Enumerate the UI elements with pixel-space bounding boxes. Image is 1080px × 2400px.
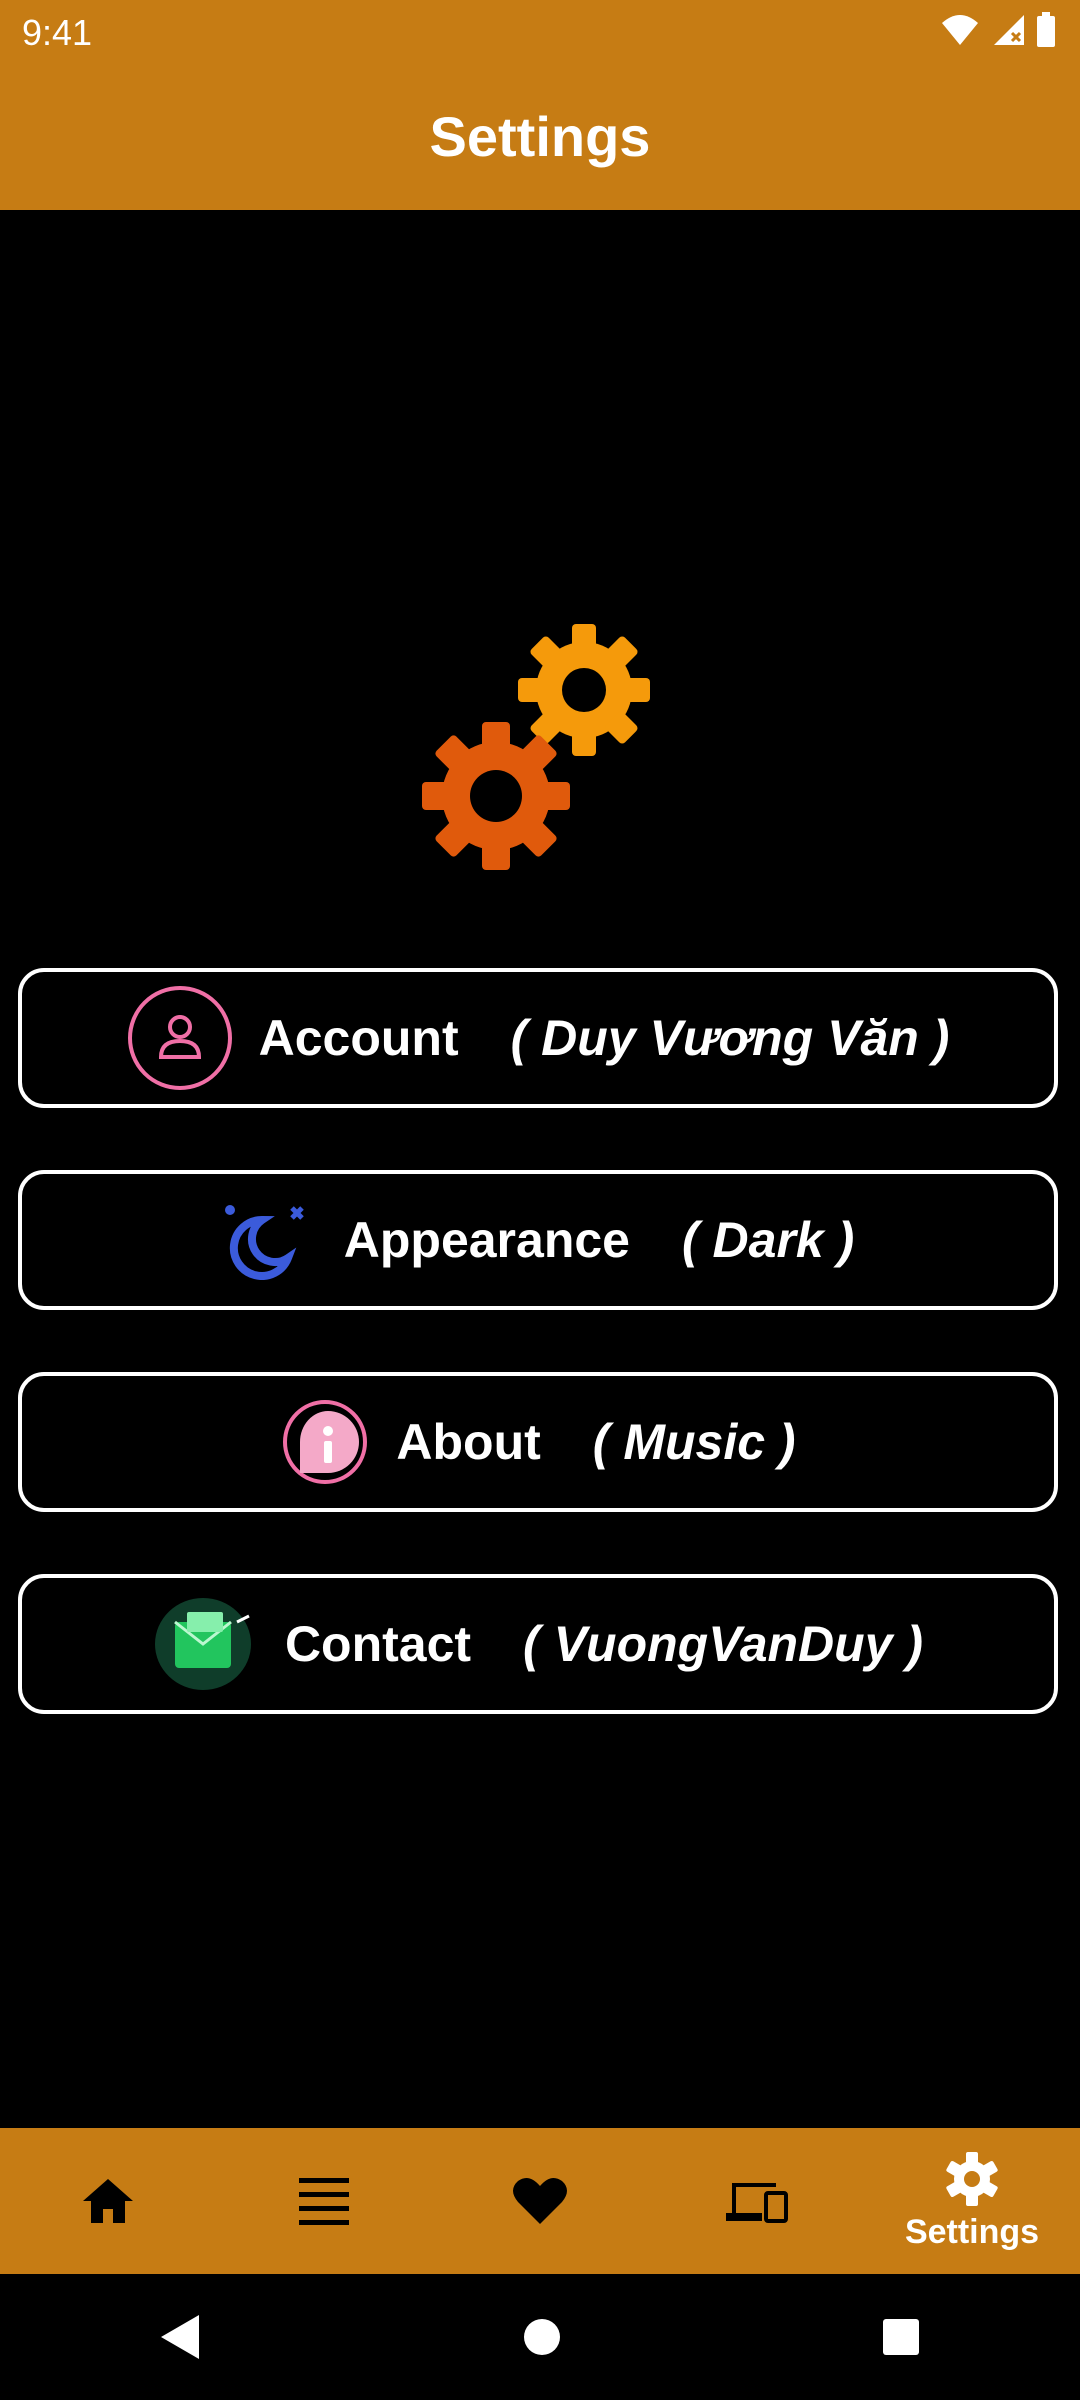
devices-icon — [726, 2183, 788, 2223]
signal-icon — [994, 15, 1024, 45]
nav-settings[interactable]: Settings — [872, 2128, 1072, 2274]
nav-home[interactable] — [8, 2128, 208, 2274]
app-bar: Settings — [0, 62, 1080, 210]
info-icon — [280, 1397, 370, 1487]
moon-icon — [222, 1200, 318, 1280]
status-time: 9:41 — [22, 12, 93, 53]
contact-label: Contact — [284, 1616, 472, 1672]
about-label: About — [396, 1414, 541, 1470]
heart-icon — [513, 2177, 567, 2224]
nav-list[interactable] — [224, 2128, 424, 2274]
system-nav — [0, 2274, 1080, 2400]
about-value: ( Music ) — [592, 1414, 796, 1470]
status-bar: 9:41 — [0, 0, 1080, 62]
account-button[interactable]: Account ( Duy Vương Văn ) — [18, 968, 1058, 1108]
user-icon — [127, 985, 233, 1091]
about-button[interactable]: About ( Music ) — [18, 1372, 1058, 1512]
appearance-value: ( Dark ) — [681, 1212, 855, 1268]
gears-icon — [422, 624, 650, 870]
recents-icon[interactable] — [881, 2317, 921, 2357]
bottom-nav: Settings — [0, 2128, 1080, 2274]
back-icon[interactable] — [159, 2313, 203, 2361]
contact-button[interactable]: Contact ( VuongVanDuy ) — [18, 1574, 1058, 1714]
nav-favorites[interactable] — [440, 2128, 640, 2274]
wifi-icon — [942, 15, 978, 45]
nav-settings-label: Settings — [904, 2212, 1040, 2251]
home-icon — [83, 2179, 133, 2223]
status-icons — [940, 12, 1056, 48]
settings-content: Account ( Duy Vương Văn ) Appearance ( D… — [0, 210, 1080, 2128]
nav-devices[interactable] — [656, 2128, 856, 2274]
gear-icon — [946, 2151, 998, 2206]
list-icon — [299, 2178, 349, 2225]
page-title: Settings — [429, 104, 651, 168]
contact-value: ( VuongVanDuy ) — [523, 1616, 924, 1672]
home-circle-icon[interactable] — [522, 2317, 562, 2357]
account-label: Account — [258, 1010, 459, 1066]
appearance-label: Appearance — [343, 1212, 630, 1268]
mail-icon — [153, 1596, 259, 1692]
appearance-button[interactable]: Appearance ( Dark ) — [18, 1170, 1058, 1310]
account-value: ( Duy Vương Văn ) — [510, 1010, 950, 1066]
battery-icon — [1037, 12, 1055, 47]
